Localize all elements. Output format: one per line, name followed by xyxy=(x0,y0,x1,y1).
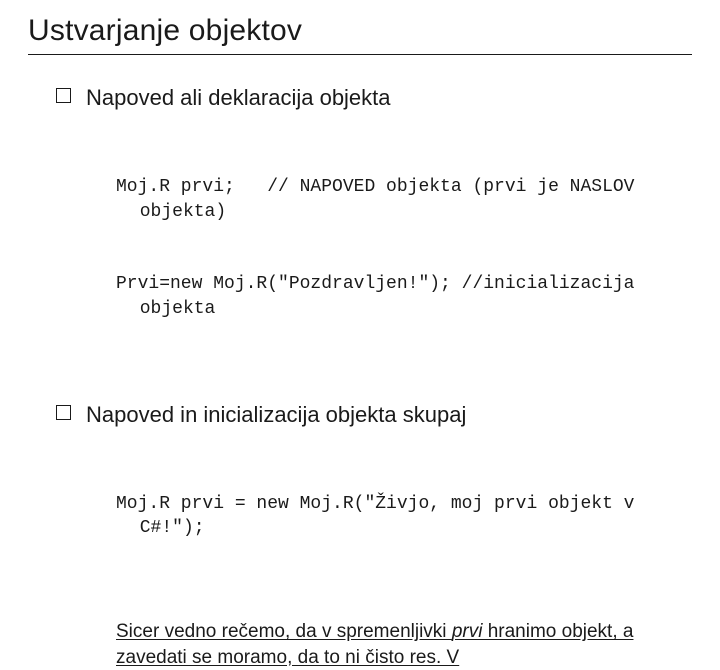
bullet-heading: Napoved ali deklaracija objekta xyxy=(86,85,391,110)
code-block: Moj.R prvi = new Moj.R("Živjo, moj prvi … xyxy=(86,443,692,589)
code-line: Prvi=new Moj.R("Pozdravljen!"); //inicia… xyxy=(116,272,692,321)
square-bullet-icon xyxy=(56,88,71,103)
code-line: Moj.R prvi; // NAPOVED objekta (prvi je … xyxy=(116,175,692,224)
slide: Ustvarjanje objektov Napoved ali deklara… xyxy=(0,0,720,670)
footnote-emphasis: prvi xyxy=(452,621,483,642)
footnote: Sicer vedno rečemo, da v spremenljivki p… xyxy=(86,619,692,670)
code-block: Moj.R prvi; // NAPOVED objekta (prvi je … xyxy=(86,127,692,370)
square-bullet-icon xyxy=(56,405,71,420)
bullet-item: Napoved in inicializacija objekta skupaj… xyxy=(56,400,692,670)
title-rule xyxy=(28,54,692,55)
slide-title: Ustvarjanje objektov xyxy=(28,14,692,48)
bullet-heading: Napoved in inicializacija objekta skupaj xyxy=(86,402,466,427)
footnote-text: Sicer vedno rečemo, da v spremenljivki xyxy=(116,621,452,642)
bullet-item: Napoved ali deklaracija objekta Moj.R pr… xyxy=(56,83,692,370)
bullet-list: Napoved ali deklaracija objekta Moj.R pr… xyxy=(28,83,692,670)
code-line: Moj.R prvi = new Moj.R("Živjo, moj prvi … xyxy=(116,492,692,541)
